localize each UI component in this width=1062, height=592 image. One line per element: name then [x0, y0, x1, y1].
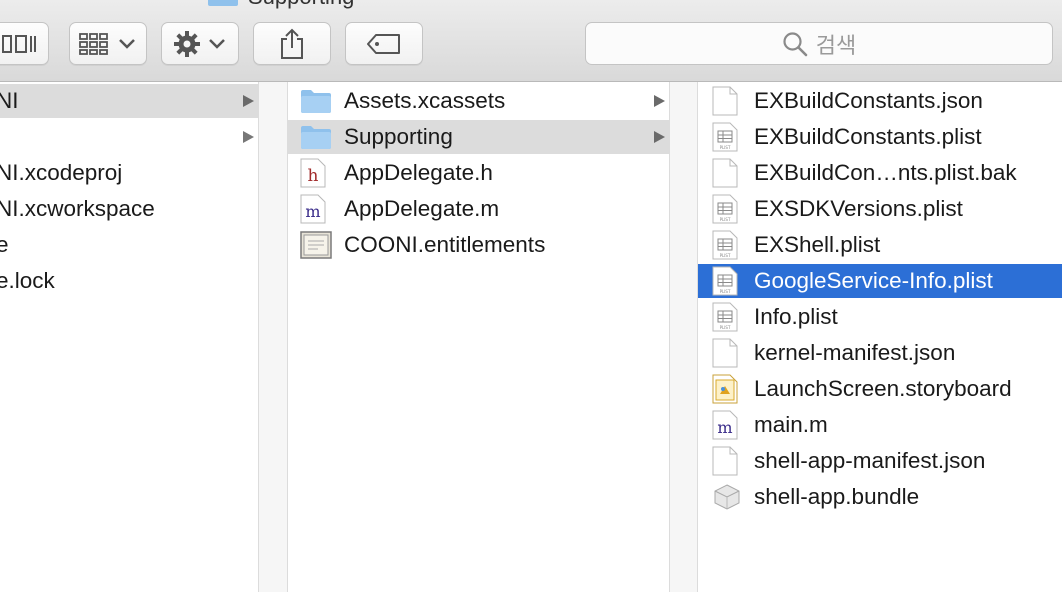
- document-icon: [712, 446, 738, 476]
- list-item[interactable]: e: [0, 228, 258, 262]
- arrange-button[interactable]: [69, 22, 147, 65]
- list-item[interactable]: Assets.xcassets: [288, 84, 669, 118]
- search-field[interactable]: 검색: [585, 22, 1053, 65]
- disclosure-arrow-icon: [654, 131, 665, 143]
- item-label: AppDelegate.h: [344, 160, 493, 185]
- plist-icon: PLIST: [712, 122, 738, 152]
- gear-icon: [174, 30, 200, 57]
- item-label: shell-app.bundle: [754, 484, 920, 509]
- list-item[interactable]: shell-app-manifest.json: [698, 444, 1062, 478]
- svg-text:PLIST: PLIST: [720, 145, 731, 150]
- item-label: e: [0, 232, 9, 257]
- item-label: AppDelegate.m: [344, 196, 500, 221]
- list-item[interactable]: PLIST EXShell.plist: [698, 228, 1062, 262]
- list-item[interactable]: EXBuildCon…nts.plist.bak: [698, 156, 1062, 190]
- list-item[interactable]: NI.xcodeproj: [0, 156, 258, 190]
- item-label: EXBuildConstants.plist: [754, 124, 982, 149]
- window-title: Supporting: [208, 0, 354, 10]
- list-item[interactable]: [0, 120, 258, 154]
- item-label: EXBuildCon…nts.plist.bak: [754, 160, 1017, 185]
- svg-text:PLIST: PLIST: [720, 217, 731, 222]
- list-item[interactable]: h AppDelegate.h: [288, 156, 669, 190]
- tag-icon: [367, 33, 400, 54]
- finder-toolbar: Supporting: [0, 0, 1062, 82]
- list-item[interactable]: Supporting: [288, 120, 669, 154]
- column-resize-handle[interactable]: [669, 82, 698, 592]
- list-item[interactable]: kernel-manifest.json: [698, 336, 1062, 370]
- share-button[interactable]: [253, 22, 331, 65]
- edit-tags-button[interactable]: [345, 22, 423, 65]
- list-item[interactable]: NI: [0, 84, 258, 118]
- svg-text:m: m: [717, 418, 732, 437]
- item-label: LaunchScreen.storyboard: [754, 376, 1012, 401]
- item-label: e.lock: [0, 268, 55, 293]
- list-item[interactable]: m AppDelegate.m: [288, 192, 669, 226]
- disclosure-arrow-icon: [243, 131, 254, 143]
- document-icon: [712, 158, 738, 188]
- search-input[interactable]: [586, 23, 1052, 64]
- plist-icon: PLIST: [712, 230, 738, 260]
- view-mode-button[interactable]: [0, 22, 49, 65]
- storyboard-icon: [712, 374, 738, 404]
- item-label: EXBuildConstants.json: [754, 88, 983, 113]
- action-button[interactable]: [161, 22, 239, 65]
- plist-icon: PLIST: [712, 194, 738, 224]
- svg-text:PLIST: PLIST: [720, 325, 731, 330]
- item-label: Info.plist: [754, 304, 838, 329]
- certificate-icon: [300, 231, 332, 259]
- document-icon: [712, 86, 738, 116]
- column-resize-handle[interactable]: [258, 82, 288, 592]
- plist-icon: PLIST: [712, 302, 738, 332]
- svg-text:m: m: [305, 202, 320, 221]
- window-title-text: Supporting: [248, 0, 354, 10]
- list-item[interactable]: m main.m: [698, 408, 1062, 442]
- item-label: COONI.entitlements: [344, 232, 546, 257]
- item-label: kernel-manifest.json: [754, 340, 956, 365]
- share-icon: [281, 28, 303, 59]
- grid-icon: [79, 32, 108, 55]
- item-label: EXSDKVersions.plist: [754, 196, 963, 221]
- list-item[interactable]: COONI.entitlements: [288, 228, 669, 262]
- disclosure-arrow-icon: [654, 95, 665, 107]
- list-item[interactable]: PLIST EXSDKVersions.plist: [698, 192, 1062, 226]
- item-label: NI.xcworkspace: [0, 196, 155, 221]
- list-item-selected[interactable]: PLIST GoogleService-Info.plist: [698, 264, 1062, 298]
- columns-view-icon: [1, 34, 36, 53]
- list-item[interactable]: shell-app.bundle: [698, 480, 1062, 514]
- chevron-down-icon: [119, 38, 135, 49]
- item-label: EXShell.plist: [754, 232, 881, 257]
- item-label: NI.xcodeproj: [0, 160, 123, 185]
- list-item[interactable]: LaunchScreen.storyboard: [698, 372, 1062, 406]
- item-label: Supporting: [344, 124, 453, 149]
- folder-icon: [208, 0, 238, 6]
- disclosure-arrow-icon: [243, 95, 254, 107]
- objc-file-icon: m: [300, 194, 326, 224]
- list-item[interactable]: EXBuildConstants.json: [698, 84, 1062, 118]
- column-2[interactable]: Assets.xcassets Supporting h AppDelegate…: [288, 82, 669, 592]
- list-item[interactable]: e.lock: [0, 264, 258, 298]
- list-item[interactable]: PLIST EXBuildConstants.plist: [698, 120, 1062, 154]
- list-item[interactable]: PLIST Info.plist: [698, 300, 1062, 334]
- plist-icon: PLIST: [712, 266, 738, 296]
- svg-text:h: h: [308, 166, 319, 186]
- bundle-icon: [714, 484, 740, 510]
- objc-file-icon: m: [712, 410, 738, 440]
- svg-text:PLIST: PLIST: [720, 289, 731, 294]
- svg-text:PLIST: PLIST: [720, 253, 731, 258]
- chevron-down-icon: [209, 38, 225, 49]
- header-file-icon: h: [300, 158, 326, 188]
- item-label: Assets.xcassets: [344, 88, 506, 113]
- item-label: shell-app-manifest.json: [754, 448, 986, 473]
- item-label: NI: [0, 88, 19, 113]
- item-label: GoogleService-Info.plist: [754, 268, 993, 293]
- item-label: main.m: [754, 412, 828, 437]
- folder-icon: [301, 90, 331, 113]
- column-1[interactable]: NI NI.xcodeproj NI.xcworkspace e e.lock: [0, 82, 258, 592]
- folder-icon: [301, 126, 331, 149]
- column-3[interactable]: EXBuildConstants.json PLIST EXBuildConst…: [698, 82, 1062, 592]
- document-icon: [712, 338, 738, 368]
- list-item[interactable]: NI.xcworkspace: [0, 192, 258, 226]
